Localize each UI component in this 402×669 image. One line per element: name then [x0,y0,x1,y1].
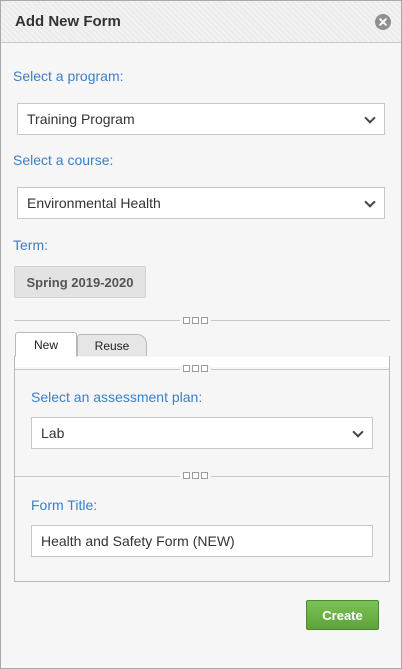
term-label: Term: [13,237,48,253]
program-select[interactable]: Training Program [17,103,385,135]
close-icon[interactable] [375,14,391,30]
form-title-label: Form Title: [31,497,98,513]
term-value: Spring 2019-2020 [26,274,134,290]
tab-new-label: New [33,337,58,352]
create-button-label: Create [322,607,363,623]
course-label: Select a course: [13,152,114,168]
assessment-plan-select[interactable]: Lab [31,417,373,449]
chevron-down-icon [364,112,376,124]
assessment-plan-label: Select an assessment plan: [31,389,203,405]
add-new-form-dialog: Add New Form Select a program: Training … [0,0,402,669]
assessment-plan-value: Lab [41,425,65,441]
tab-reuse-label: Reuse [94,338,130,353]
course-select[interactable]: Environmental Health [17,187,385,219]
grip-handle-icon[interactable] [180,317,211,324]
dialog-titlebar[interactable]: Add New Form [1,1,401,43]
program-label: Select a program: [13,68,124,84]
create-button[interactable]: Create [306,600,379,630]
form-title-value: Health and Safety Form (NEW) [41,533,235,549]
chevron-down-icon [364,196,376,208]
term-value-box: Spring 2019-2020 [14,266,146,298]
chevron-down-icon [352,426,364,438]
course-select-value: Environmental Health [27,195,161,211]
program-select-value: Training Program [27,111,135,127]
tab-new[interactable]: New [15,332,77,357]
form-title-input[interactable]: Health and Safety Form (NEW) [31,525,373,557]
dialog-title: Add New Form [15,13,121,30]
grip-handle-icon[interactable] [180,472,211,479]
tab-reuse[interactable]: Reuse [77,334,147,356]
grip-handle-icon[interactable] [180,365,211,372]
